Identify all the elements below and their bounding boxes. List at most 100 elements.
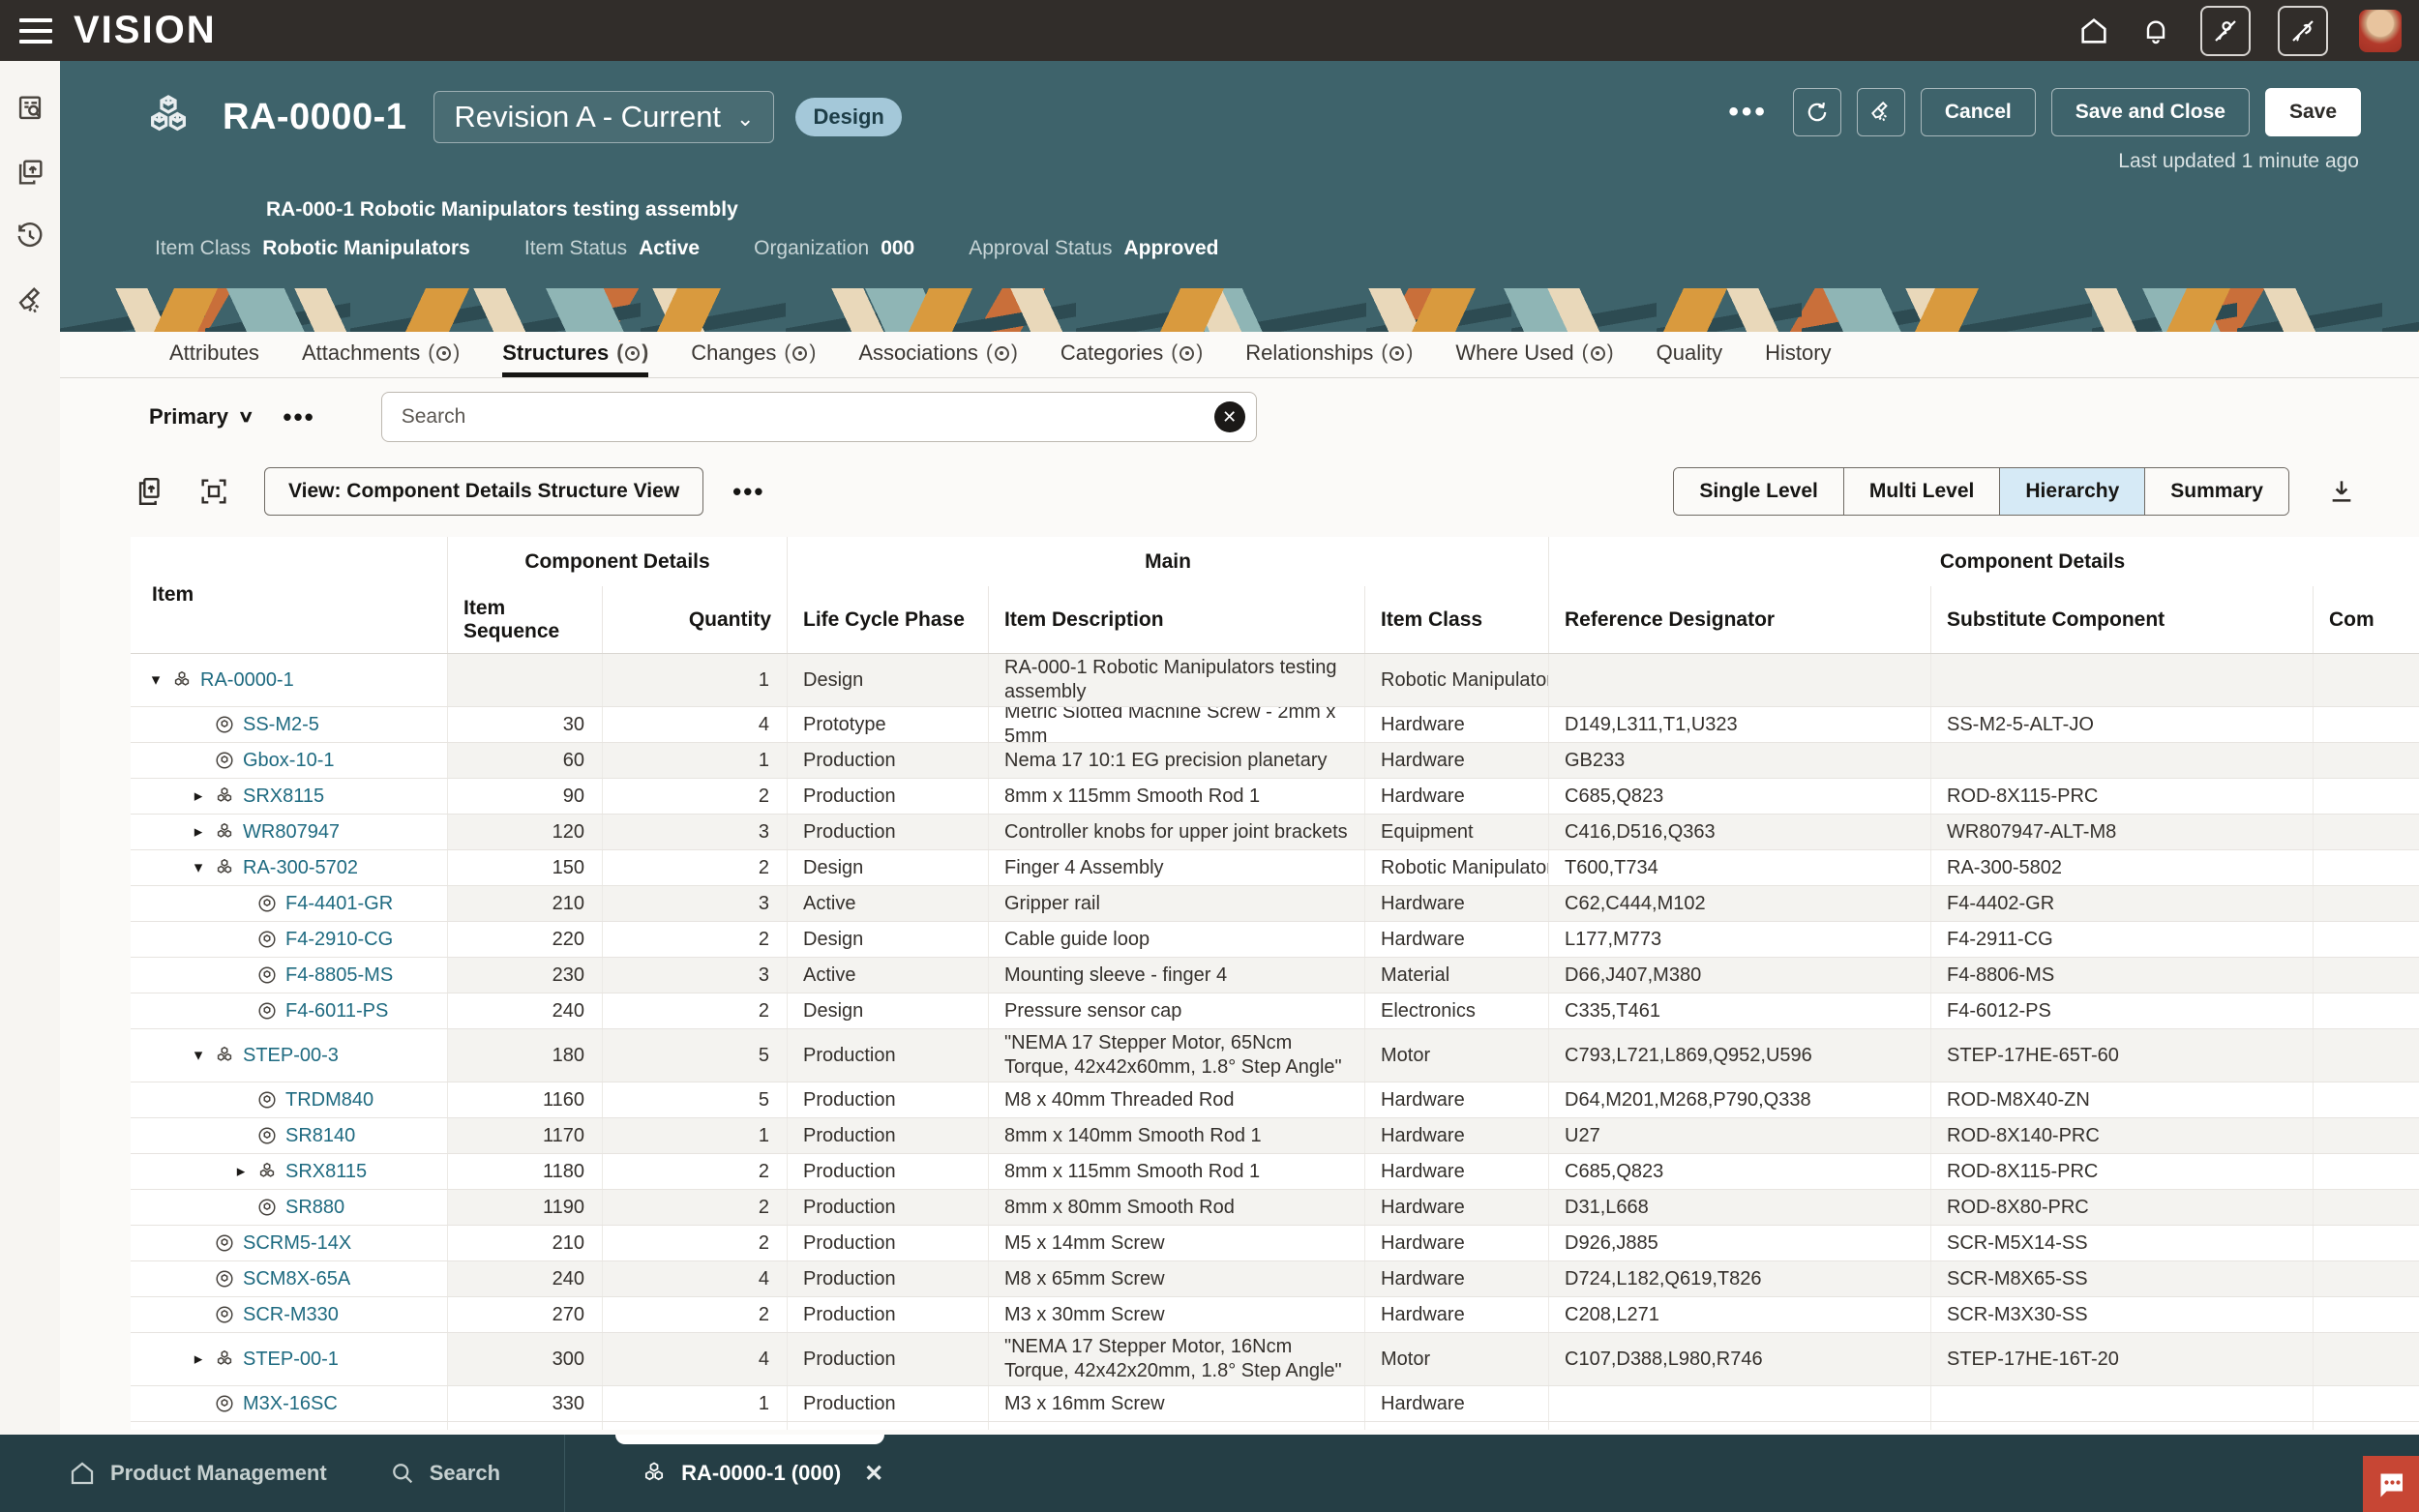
item-link[interactable]: Gbox-10-1 [243, 750, 335, 772]
tab-quality[interactable]: Quality [1657, 343, 1722, 377]
item-link[interactable]: SCM8X-65A [243, 1268, 350, 1290]
item-link[interactable]: SR880 [285, 1197, 344, 1219]
refresh-icon[interactable] [1793, 88, 1841, 136]
level-button-single-level[interactable]: Single Level [1674, 468, 1843, 515]
feedback-chat-widget[interactable] [2363, 1456, 2419, 1512]
expand-node-icon[interactable] [183, 822, 214, 842]
column-header-reference-designator[interactable]: Reference Designator [1548, 586, 1930, 653]
flashlight-icon[interactable] [12, 282, 48, 318]
tab-changes[interactable]: Changes() [691, 343, 816, 377]
item-link[interactable]: RA-0000-1 [200, 669, 294, 692]
column-header-item-sequence[interactable]: Item Sequence [447, 586, 602, 653]
table-row[interactable]: SR814011701Production8mm x 140mm Smooth … [131, 1118, 2419, 1154]
person-slash-icon[interactable] [2200, 6, 2251, 56]
item-link[interactable]: F4-8805-MS [285, 964, 393, 987]
expand-node-icon[interactable] [183, 786, 214, 806]
table-row[interactable]: SR88011902Production8mm x 80mm Smooth Ro… [131, 1190, 2419, 1226]
column-header-quantity[interactable]: Quantity [602, 586, 787, 653]
view-selector-button[interactable]: View: Component Details Structure View [264, 467, 703, 516]
table-row[interactable]: WR8079471203ProductionController knobs f… [131, 815, 2419, 850]
tab-history[interactable]: History [1765, 343, 1831, 377]
save-button[interactable]: Save [2265, 88, 2361, 136]
tab-associations[interactable]: Associations() [858, 343, 1018, 377]
table-row[interactable]: SRX8115902Production8mm x 115mm Smooth R… [131, 779, 2419, 815]
item-link[interactable]: SRX8115 [285, 1161, 367, 1183]
open-item-tab[interactable]: RA-0000-1 (000) ✕ [641, 1435, 883, 1512]
view-more-icon[interactable]: ••• [732, 477, 764, 507]
level-button-multi-level[interactable]: Multi Level [1843, 468, 2000, 515]
history-clock-icon[interactable] [12, 218, 48, 254]
table-row[interactable]: F4-6011-PS2402DesignPressure sensor capE… [131, 993, 2419, 1029]
table-row[interactable]: STEP-00-13004Production"NEMA 17 Stepper … [131, 1333, 2419, 1386]
column-header-com-truncated[interactable]: Com [2313, 586, 2419, 653]
tab-relationships[interactable]: Relationships() [1245, 343, 1413, 377]
column-header-substitute-component[interactable]: Substitute Component [1930, 586, 2313, 653]
save-and-close-button[interactable]: Save and Close [2051, 88, 2250, 136]
clipboard-upload-icon[interactable] [12, 154, 48, 191]
search-input[interactable] [381, 392, 1257, 442]
cancel-button[interactable]: Cancel [1921, 88, 2036, 136]
tab-structures[interactable]: Structures() [502, 343, 648, 377]
item-link[interactable]: RA-300-5702 [243, 857, 358, 879]
table-row[interactable]: F4-2910-CG2202DesignCable guide loopHard… [131, 922, 2419, 958]
expand-fullscreen-icon[interactable] [194, 472, 233, 511]
table-row[interactable]: STEP-00-31805Production"NEMA 17 Stepper … [131, 1029, 2419, 1082]
table-row[interactable]: SRX811511802Production8mm x 115mm Smooth… [131, 1154, 2419, 1190]
item-link[interactable]: M3X-16SC [243, 1393, 338, 1415]
notifications-bell-icon[interactable] [2138, 14, 2173, 48]
collapse-node-icon[interactable] [183, 1046, 214, 1065]
item-link[interactable]: STEP-00-1 [243, 1349, 339, 1371]
table-row[interactable]: SCM8X-65A2404ProductionM8 x 65mm ScrewHa… [131, 1261, 2419, 1297]
table-row[interactable]: RA-0000-11DesignRA-000-1 Robotic Manipul… [131, 654, 2419, 707]
item-link[interactable]: SS-M2-5 [243, 714, 319, 736]
revision-selector[interactable]: Revision A - Current ⌄ [433, 91, 774, 143]
table-row[interactable]: TRDM84011605ProductionM8 x 40mm Threaded… [131, 1082, 2419, 1118]
table-row[interactable]: F4-8805-MS2303ActiveMounting sleeve - fi… [131, 958, 2419, 993]
tab-attachments[interactable]: Attachments() [302, 343, 460, 377]
home-icon[interactable] [2076, 14, 2111, 48]
item-link[interactable]: F4-4401-GR [285, 893, 393, 915]
download-icon[interactable] [2322, 472, 2361, 511]
structure-more-icon[interactable]: ••• [283, 402, 314, 432]
bottom-nav-product-management[interactable]: Product Management [68, 1459, 327, 1488]
item-link[interactable]: SCR-M330 [243, 1304, 339, 1326]
table-row[interactable]: M3X-16SC3301ProductionM3 x 16mm ScrewHar… [131, 1386, 2419, 1422]
tab-categories[interactable]: Categories() [1060, 343, 1203, 377]
item-link[interactable]: TRDM840 [285, 1089, 373, 1112]
collapse-node-icon[interactable] [140, 670, 171, 690]
tab-where-used[interactable]: Where Used() [1455, 343, 1613, 377]
table-row[interactable]: SCRM5-14X2102ProductionM5 x 14mm ScrewHa… [131, 1226, 2419, 1261]
close-tab-icon[interactable]: ✕ [864, 1460, 883, 1488]
table-row[interactable]: RA-300-57021502DesignFinger 4 AssemblyRo… [131, 850, 2419, 886]
item-link[interactable]: F4-6011-PS [285, 1000, 388, 1023]
item-link[interactable]: SR8140 [285, 1125, 355, 1147]
more-actions-icon[interactable]: ••• [1718, 96, 1777, 129]
expand-node-icon[interactable] [183, 1349, 214, 1369]
expand-node-icon[interactable] [225, 1162, 256, 1181]
table-row[interactable]: F4-4401-GR2103ActiveGripper railHardware… [131, 886, 2419, 922]
bottom-nav-search[interactable]: Search [389, 1460, 500, 1487]
add-to-clipboard-icon[interactable] [131, 472, 169, 511]
table-row[interactable]: SCR-M3302702ProductionM3 x 30mm ScrewHar… [131, 1297, 2419, 1333]
level-button-hierarchy[interactable]: Hierarchy [1999, 468, 2144, 515]
item-link[interactable]: WR807947 [243, 821, 340, 844]
structure-selector[interactable]: Primary ∨ [149, 404, 252, 430]
clear-search-icon[interactable]: ✕ [1214, 401, 1245, 432]
user-avatar[interactable] [2359, 10, 2402, 52]
item-link[interactable]: SRX8115 [243, 786, 324, 808]
tab-attributes[interactable]: Attributes [169, 343, 259, 377]
column-header-item[interactable]: Item [131, 537, 447, 653]
column-header-item-class[interactable]: Item Class [1364, 586, 1548, 653]
highlight-flashlight-icon[interactable] [1857, 88, 1905, 136]
item-details-search-icon[interactable] [12, 90, 48, 127]
item-link[interactable]: STEP-00-3 [243, 1045, 339, 1067]
menu-icon[interactable] [19, 18, 52, 44]
item-link[interactable]: SCRM5-14X [243, 1232, 351, 1255]
item-link[interactable]: F4-2910-CG [285, 929, 393, 951]
table-row[interactable]: SS-M2-5304PrototypeMetric Slotted Machin… [131, 707, 2419, 743]
pointer-slash-icon[interactable] [2278, 6, 2328, 56]
collapse-node-icon[interactable] [183, 858, 214, 877]
level-button-summary[interactable]: Summary [2144, 468, 2288, 515]
column-header-item-description[interactable]: Item Description [988, 586, 1364, 653]
table-row[interactable]: Gbox-10-1601ProductionNema 17 10:1 EG pr… [131, 743, 2419, 779]
